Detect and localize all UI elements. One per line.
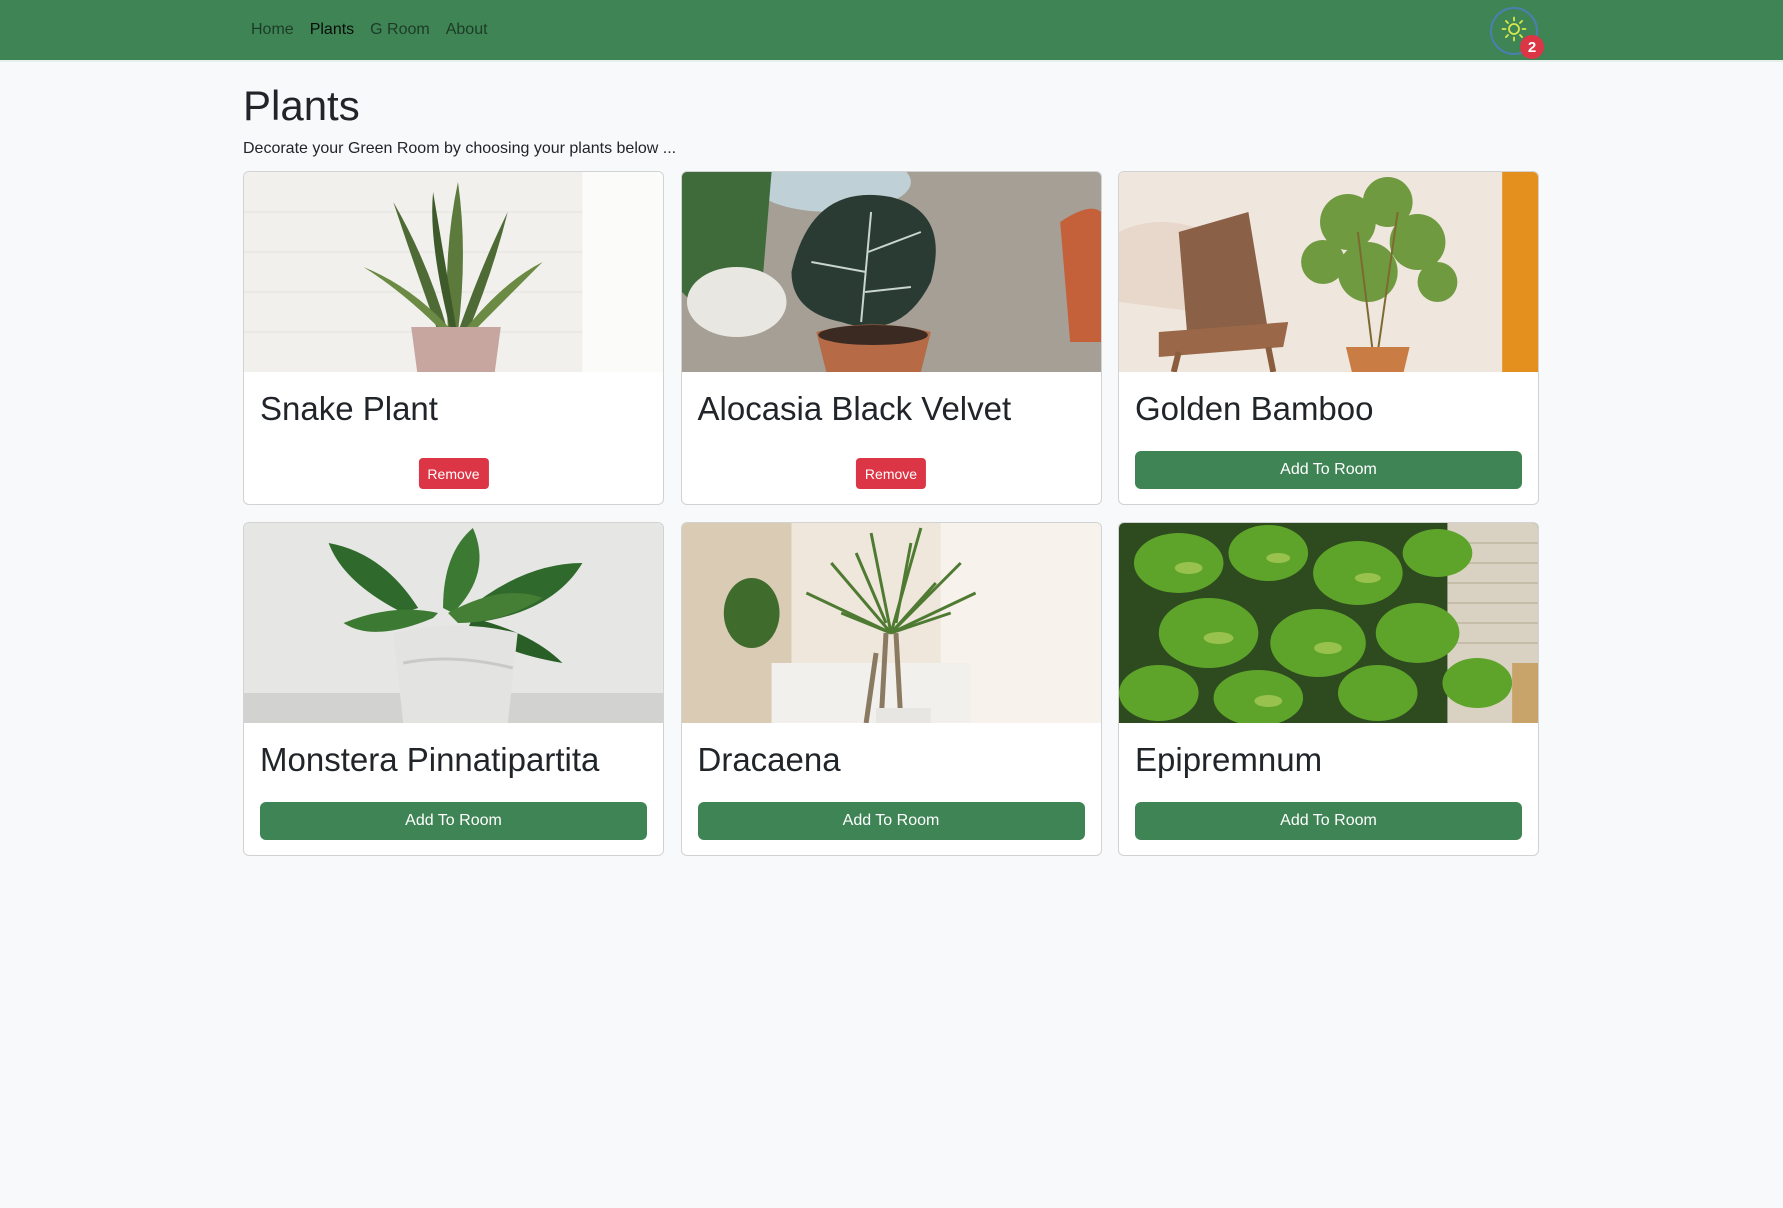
plant-name: Alocasia Black Velvet <box>697 390 1012 428</box>
room-count-badge: 2 <box>1520 35 1544 59</box>
navbar: Home Plants G Room About 2 <box>0 0 1783 62</box>
plant-grid: Snake Plant Remove Alocasia Black Velvet… <box>243 171 1539 857</box>
page-title: Plants <box>243 82 360 129</box>
plant-name: Dracaena <box>697 741 841 779</box>
nav-link-home[interactable]: Home <box>251 21 294 39</box>
plant-card: Alocasia Black Velvet Remove <box>680 171 1102 506</box>
add-to-room-button[interactable]: Add To Room <box>1135 802 1522 841</box>
nav-link-about[interactable]: About <box>446 21 488 39</box>
add-to-room-button[interactable]: Add To Room <box>1135 451 1522 490</box>
snake-plant-image <box>244 172 663 373</box>
plant-card: Snake Plant Remove <box>243 171 664 506</box>
add-to-room-button[interactable]: Add To Room <box>697 802 1085 841</box>
plant-card: Dracaena Add To Room <box>680 522 1102 857</box>
nav-link-plants[interactable]: Plants <box>310 21 354 39</box>
add-to-room-button[interactable]: Add To Room <box>260 802 647 841</box>
monstera-image <box>244 523 663 724</box>
plant-card: Golden Bamboo Add To Room <box>1118 171 1539 506</box>
epipremnum-image <box>1119 523 1538 724</box>
plant-card: Monstera Pinnatipartita Add To Room <box>243 522 664 857</box>
plant-card: Epipremnum Add To Room <box>1118 522 1539 857</box>
nav-link-g-room[interactable]: G Room <box>370 21 430 39</box>
remove-button[interactable]: Remove <box>855 458 927 490</box>
plant-name: Golden Bamboo <box>1135 390 1374 428</box>
plant-name: Epipremnum <box>1135 741 1323 779</box>
plant-name: Snake Plant <box>260 390 438 428</box>
main-content: Plants Decorate your Green Room by choos… <box>243 62 1539 857</box>
alocasia-image <box>681 172 1101 373</box>
nav-links: Home Plants G Room About <box>251 0 488 60</box>
plant-name: Monstera Pinnatipartita <box>260 741 600 779</box>
golden-bamboo-image <box>1119 172 1538 373</box>
remove-button[interactable]: Remove <box>418 458 489 490</box>
page-subtitle: Decorate your Green Room by choosing you… <box>243 140 677 158</box>
dracaena-image <box>681 523 1101 724</box>
